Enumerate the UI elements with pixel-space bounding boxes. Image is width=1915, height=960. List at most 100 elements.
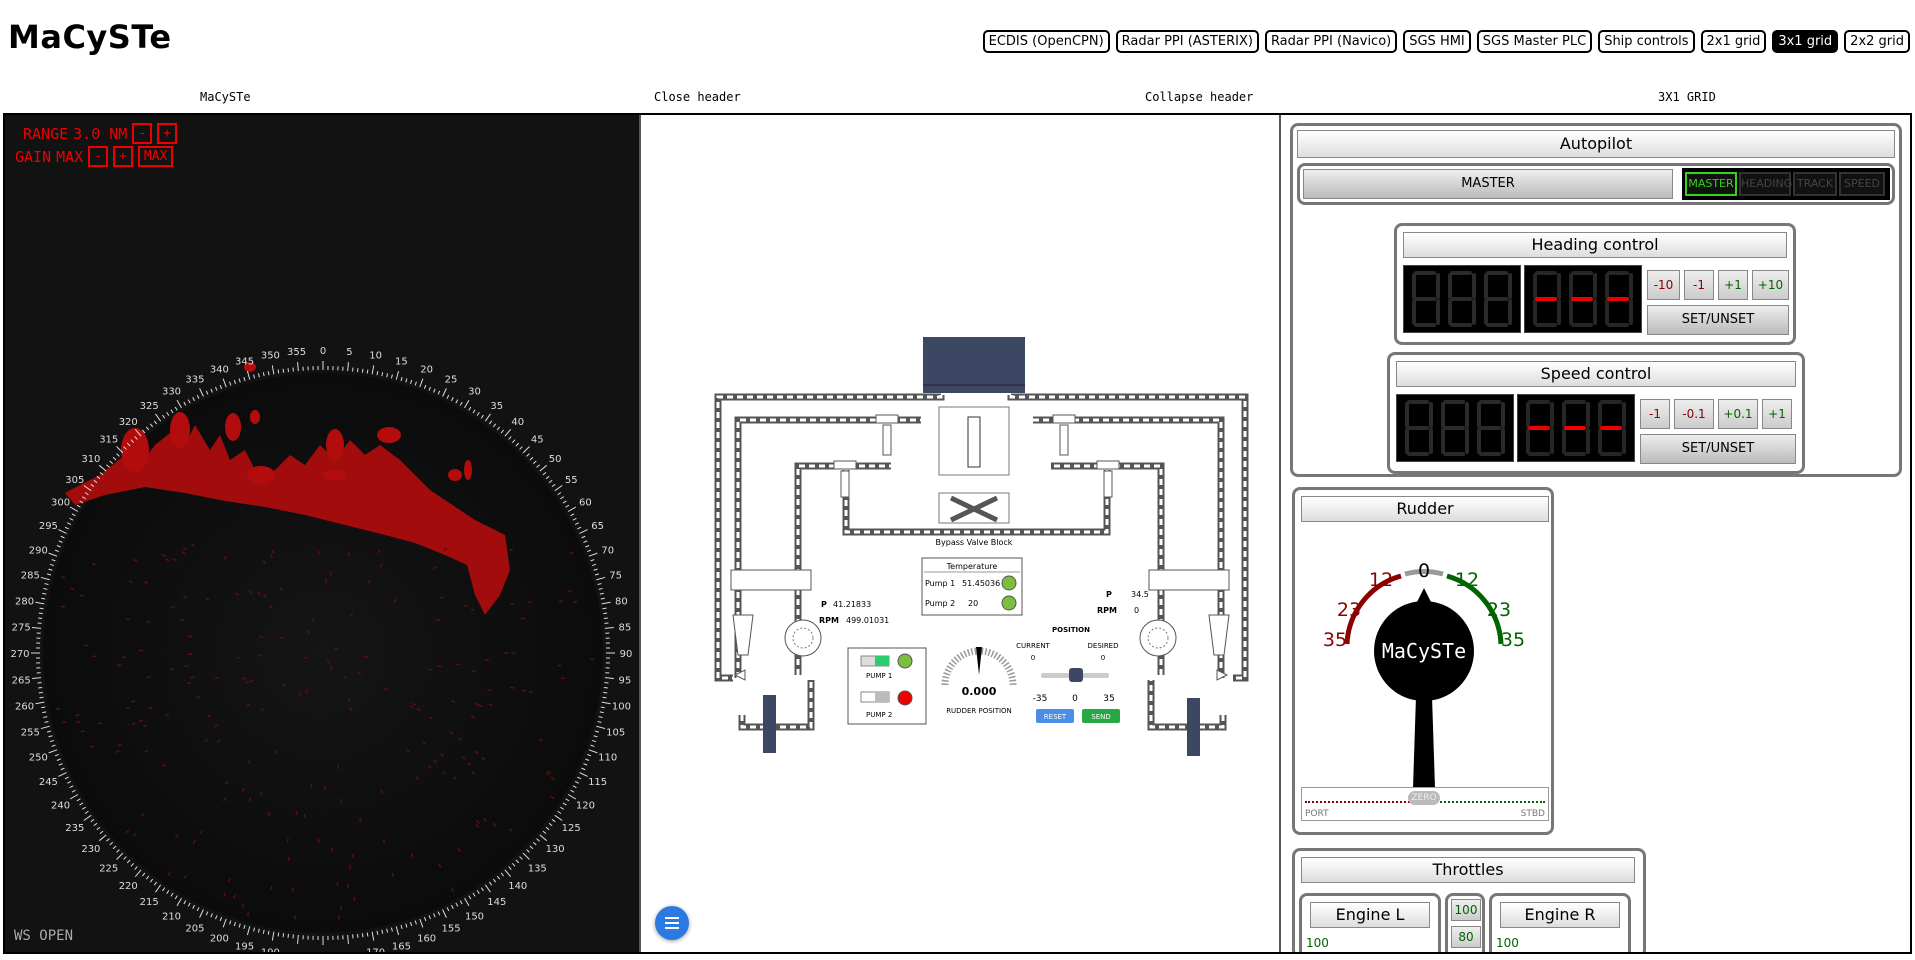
nav-button-2x1-grid[interactable]: 2x1 grid: [1700, 30, 1767, 53]
bearing-label: 255: [21, 727, 40, 738]
bearing-label: 30: [468, 387, 481, 398]
svg-text:PUMP 2: PUMP 2: [866, 711, 892, 719]
nav-button-3x1-grid[interactable]: 3x1 grid: [1772, 30, 1839, 53]
speed-control-title: Speed control: [1396, 361, 1796, 387]
websocket-status: WS OPEN: [14, 928, 74, 944]
heading-minus-10-button[interactable]: -10: [1647, 270, 1680, 300]
bearing-label: 75: [609, 571, 622, 582]
rudder-indicator: 35 23 12 0 12 23 35 MaCySTe: [1323, 560, 1525, 788]
bearing-label: 40: [511, 417, 524, 428]
menu-fab-button[interactable]: [655, 906, 689, 940]
mode-track-button[interactable]: TRACK: [1793, 172, 1837, 196]
bearing-label: 15: [395, 356, 408, 367]
right-pump-rpm: 0: [1134, 606, 1139, 615]
speed-set-unset-button[interactable]: SET/UNSET: [1640, 434, 1796, 464]
pump2-switch[interactable]: [875, 692, 889, 702]
nav-button-sgs-master-plc[interactable]: SGS Master PLC: [1476, 30, 1593, 53]
heading-set-display: [1524, 265, 1642, 333]
heading-control-title: Heading control: [1403, 232, 1787, 258]
bearing-label: 55: [565, 475, 578, 486]
nav-button-2x2-grid[interactable]: 2x2 grid: [1844, 30, 1910, 53]
bearing-label: 310: [81, 454, 100, 465]
speed-control-panel: Speed control -1 -0.1 +0.1 +1 SET/UNSET: [1387, 352, 1805, 474]
bearing-label: 175: [340, 951, 359, 952]
svg-text:Pump 2: Pump 2: [925, 599, 955, 608]
bearing-label: 160: [417, 934, 436, 945]
svg-text:0: 0: [1031, 654, 1035, 662]
radar-scope[interactable]: 0 5 10 15 20 25 30 35 40 45 5055 60 65 70 75 80 85 90 95 10…: [5, 115, 641, 952]
throttle-presets: 100 80: [1445, 893, 1485, 952]
svg-text:Temperature: Temperature: [946, 562, 998, 571]
rudder-stock-left: [763, 695, 776, 753]
heading-current-display: [1403, 265, 1521, 333]
pump1-switch[interactable]: [875, 656, 889, 666]
heading-plus-1-button[interactable]: +1: [1718, 270, 1748, 300]
bearing-label: 250: [29, 753, 48, 764]
mode-master-button[interactable]: MASTER: [1685, 172, 1737, 196]
rudder-blade: [1413, 696, 1435, 788]
heading-plus-10-button[interactable]: +10: [1752, 270, 1789, 300]
heading-control-panel: Heading control -10 -1 +1 +10 SET/UNSET: [1394, 223, 1796, 345]
pump1-temperature: 51.45036: [962, 579, 1000, 588]
pump-motor-right: [1139, 619, 1177, 657]
svg-text:35: 35: [1501, 629, 1525, 651]
view-navigation: ECDIS (OpenCPN) Radar PPI (ASTERIX) Radar …: [982, 30, 1910, 53]
bearing-label: 210: [162, 911, 181, 922]
mode-speed-button[interactable]: SPEED: [1839, 172, 1885, 196]
bearing-label: 285: [21, 571, 40, 582]
master-button[interactable]: MASTER: [1303, 169, 1673, 199]
bearing-label: 185: [287, 951, 306, 952]
speed-minus-1-button[interactable]: -1: [1640, 399, 1670, 429]
svg-text:23: 23: [1337, 599, 1361, 621]
nav-button-sgs-hmi[interactable]: SGS HMI: [1403, 30, 1471, 53]
sgs-hmi-panel: Bypass Valve Block P 41.21833 RPM 499.01…: [641, 115, 1279, 952]
bearing-label: 165: [392, 942, 411, 952]
nav-button-radar-ppi-navico[interactable]: Radar PPI (Navico): [1264, 30, 1398, 53]
speed-plus-0-1-button[interactable]: +0.1: [1718, 399, 1758, 429]
bearing-label: 340: [210, 364, 229, 375]
nav-button-ecdis-opencpn[interactable]: ECDIS (OpenCPN): [982, 30, 1110, 53]
bearing-label: 125: [562, 823, 581, 834]
speed-minus-0-1-button[interactable]: -0.1: [1674, 399, 1714, 429]
bearing-label: 150: [465, 911, 484, 922]
close-header-button[interactable]: Close header: [654, 90, 741, 104]
mode-heading-button[interactable]: HEADING: [1739, 172, 1792, 196]
svg-text:35: 35: [1103, 694, 1114, 704]
bearing-label: 85: [618, 623, 631, 634]
svg-text:RPM: RPM: [1097, 606, 1117, 615]
position-slider-handle[interactable]: [1069, 668, 1083, 682]
heading-set-unset-button[interactable]: SET/UNSET: [1647, 305, 1789, 335]
rudder-slider[interactable]: ZERO PORT STBD: [1301, 787, 1549, 821]
preset-80-button[interactable]: 80: [1451, 926, 1481, 948]
bearing-label: 110: [598, 753, 617, 764]
rudder-title: Rudder: [1301, 496, 1549, 522]
engine-r-panel: Engine R 100: [1489, 893, 1631, 952]
svg-text:PUMP 1: PUMP 1: [866, 672, 892, 680]
svg-text:-35: -35: [1033, 694, 1048, 704]
grid-frame: RANGE 3.0 NM - + GAIN MAX - + MAX 0 5 10 15…: [3, 113, 1912, 954]
svg-text:SEND: SEND: [1091, 713, 1111, 721]
heading-minus-1-button[interactable]: -1: [1684, 270, 1714, 300]
rudder-stock-right: [1187, 698, 1200, 756]
cylinder-left: [730, 569, 812, 591]
collapse-header-button[interactable]: Collapse header: [1145, 90, 1253, 104]
bearing-label: 275: [12, 623, 31, 634]
bearing-label: 215: [140, 897, 159, 908]
speed-plus-1-button[interactable]: +1: [1762, 399, 1792, 429]
bearing-label: 220: [119, 881, 138, 892]
svg-text:POSITION: POSITION: [1052, 626, 1090, 634]
autopilot-mode-bar: MASTER MASTER HEADING TRACK SPEED: [1297, 163, 1895, 205]
rudder-zero-handle[interactable]: ZERO: [1408, 791, 1440, 805]
bearing-label: 90: [620, 649, 633, 660]
svg-text:P: P: [821, 600, 827, 609]
bearing-label: 140: [508, 881, 527, 892]
ship-controls-panel: Autopilot MASTER MASTER HEADING TRACK SP…: [1279, 115, 1910, 952]
nav-button-radar-ppi-asterix[interactable]: Radar PPI (ASTERIX): [1115, 30, 1259, 53]
bearing-label: 190: [261, 947, 280, 952]
bearing-label: 305: [65, 475, 84, 486]
pump-switches: PUMP 1 PUMP 2: [847, 647, 927, 725]
engine-r-title: Engine R: [1500, 902, 1620, 928]
preset-100-button[interactable]: 100: [1451, 899, 1481, 921]
menu-icon: [665, 917, 679, 919]
nav-button-ship-controls[interactable]: Ship controls: [1598, 30, 1695, 53]
